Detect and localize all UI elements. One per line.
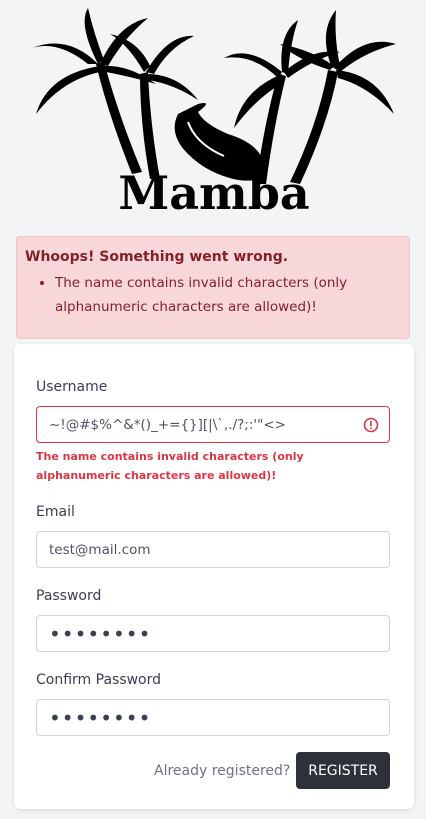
svg-text:Mamba: Mamba <box>118 166 309 216</box>
register-button[interactable]: REGISTER <box>296 752 390 789</box>
confirm-password-label: Confirm Password <box>36 672 162 688</box>
alert-error-item: The name contains invalid characters (on… <box>55 271 399 319</box>
confirm-password-input[interactable]: •••••••• <box>36 699 390 736</box>
username-input[interactable]: ~!@#$%^&*()_+={}][|\`,./?;:'"<> <box>36 406 390 443</box>
already-registered-link[interactable]: Already registered? <box>154 763 290 779</box>
username-label: Username <box>36 379 108 395</box>
mamba-logo: Mamba <box>32 8 396 216</box>
email-value: test@mail.com <box>49 541 151 558</box>
error-alert: Whoops! Something went wrong. The name c… <box>16 236 410 339</box>
username-value: ~!@#$%^&*()_+={}][|\`,./?;:'"<> <box>49 416 286 433</box>
email-input[interactable]: test@mail.com <box>36 531 390 568</box>
error-icon <box>363 417 379 433</box>
alert-title: Whoops! Something went wrong. <box>25 249 289 265</box>
password-value: •••••••• <box>49 621 152 646</box>
alert-error-list: The name contains invalid characters (on… <box>55 271 399 319</box>
confirm-password-value: •••••••• <box>49 705 152 730</box>
password-label: Password <box>36 588 102 604</box>
password-input[interactable]: •••••••• <box>36 615 390 652</box>
register-form: Username ~!@#$%^&*()_+={}][|\`,./?;:'"<>… <box>14 344 414 809</box>
username-error: The name contains invalid characters (on… <box>36 450 304 482</box>
email-label: Email <box>36 504 75 520</box>
